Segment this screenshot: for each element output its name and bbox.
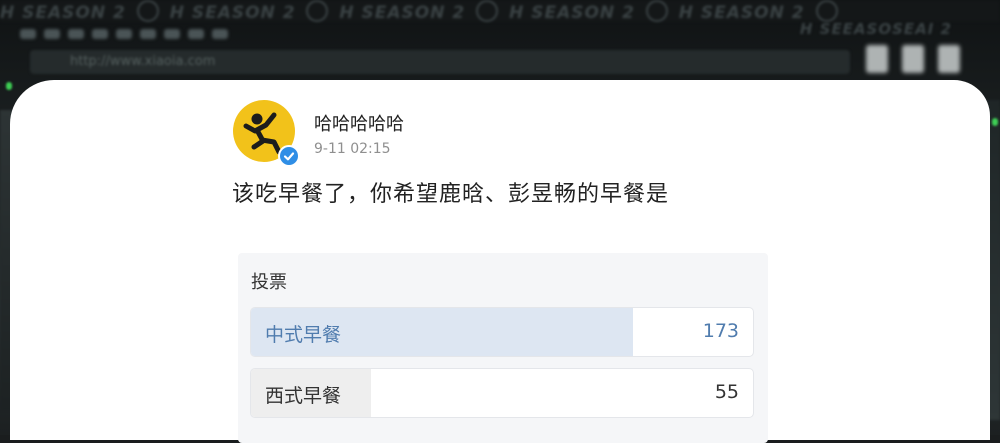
poll-panel: 投票 中式早餐 173 西式早餐 55 — [238, 253, 768, 443]
post-timestamp: 9-11 02:15 — [314, 141, 391, 157]
banner-logo-icon — [815, 0, 838, 22]
background-green-dot — [992, 118, 998, 126]
verified-check-icon — [278, 145, 300, 167]
background-banner: H SEASON 2 H SEASON 2 H SEASON 2 H SEASO… — [0, 0, 1000, 23]
poll-option-western-breakfast[interactable]: 西式早餐 55 — [250, 368, 754, 418]
poll-option-vote-count: 173 — [702, 320, 739, 342]
banner-logo-icon — [645, 0, 668, 22]
post-text: 该吃早餐了，你希望鹿晗、彭昱畅的早餐是 — [232, 182, 670, 207]
banner-text: H SEASON 2 — [509, 3, 635, 23]
background-address-bar: http://www.xiaoia.com — [30, 50, 850, 74]
banner-text: H SEASON 2 — [169, 3, 296, 23]
poll-option-label: 中式早餐 — [265, 324, 342, 346]
banner-logo-icon — [136, 0, 159, 22]
banner-logo-icon — [306, 0, 329, 22]
banner-text: H SEASON 2 — [0, 3, 126, 23]
background-blocks — [852, 45, 960, 77]
banner-text: H SEASON 2 — [678, 3, 805, 23]
background-toolbar — [20, 24, 840, 42]
post-card: 哈哈哈哈哈 9-11 02:15 该吃早餐了，你希望鹿晗、彭昱畅的早餐是 投票 … — [10, 80, 990, 443]
banner-logo-icon — [476, 0, 499, 22]
username[interactable]: 哈哈哈哈哈 — [314, 110, 404, 136]
poll-title: 投票 — [251, 272, 287, 293]
banner-text: H SEASON 2 — [339, 3, 466, 23]
poll-option-chinese-breakfast[interactable]: 中式早餐 173 — [250, 307, 754, 357]
background-green-dot — [6, 82, 12, 90]
poll-option-label: 西式早餐 — [265, 385, 342, 407]
poll-option-vote-count: 55 — [714, 381, 739, 403]
